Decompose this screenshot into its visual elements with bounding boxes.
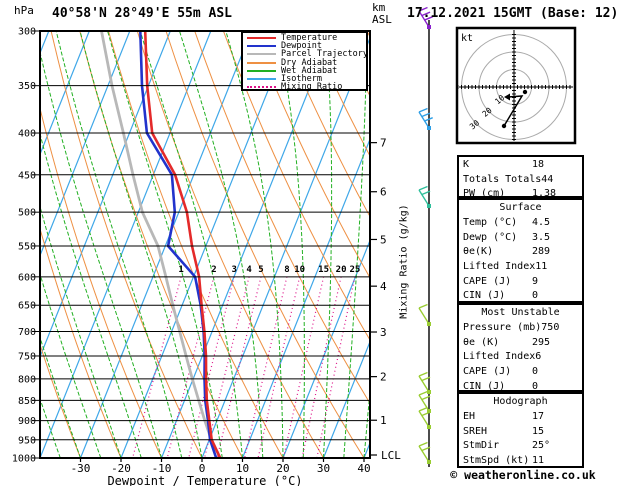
- mixing-ratio-value-label: 5: [258, 265, 263, 275]
- pressure-tick-label: 850: [18, 396, 36, 407]
- km-tick-label: 2: [380, 371, 387, 384]
- isotherm-line: [40, 31, 212, 458]
- datetime-title: 17.12.2021 15GMT (Base: 12): [407, 6, 619, 21]
- wind-barb-feather: [418, 371, 428, 377]
- km-tick-label: 4: [380, 280, 387, 293]
- mixing-ratio-value-label: 1: [178, 265, 183, 275]
- temperature-swatch: [247, 37, 276, 40]
- most-unstable-panel: Most Unstable Pressure (mb) 750 θe (K) 295…: [457, 303, 584, 392]
- pressure-tick-label: 500: [18, 208, 36, 219]
- mixing-ratio-value-label: 10: [294, 265, 305, 275]
- wet-adiabat-line: [276, 31, 305, 458]
- hodograph-panel-title: Hodograph: [493, 396, 548, 407]
- pressure-tick-label: 450: [18, 170, 36, 181]
- parcel-trajectory-curve: [100, 31, 222, 458]
- pressure-tick-label: 800: [18, 374, 36, 385]
- mixing-ratio-value-label: 25: [349, 265, 360, 275]
- mixing-ratio-value-label: 2: [211, 265, 216, 275]
- wind-barb-feather: [418, 107, 428, 113]
- wet-adiabat-swatch: [247, 69, 276, 72]
- pressure-tick-label: 900: [18, 416, 36, 427]
- stat-row: CAPE (J) 9: [463, 275, 539, 287]
- wind-barb-feather: [418, 303, 428, 309]
- isotherm-line: [79, 31, 252, 458]
- pressure-tick-label: 950: [18, 435, 36, 446]
- pressure-unit-label: hPa: [14, 4, 34, 17]
- pressure-tick-label: 600: [18, 272, 36, 283]
- legend: Temperature Dewpoint Parcel Trajectory D…: [241, 31, 368, 91]
- stat-row: StmDir 25°: [463, 440, 551, 452]
- parcel-swatch: [247, 53, 276, 56]
- km-tick-label: 7: [380, 137, 387, 150]
- stat-row: Lifted Index 11: [463, 260, 548, 272]
- stat-row: Dewp (°C) 3.5: [463, 231, 551, 243]
- mixing-ratio-value-label: 4: [246, 265, 252, 275]
- pressure-tick-label: 300: [18, 27, 36, 38]
- stat-row: K 18: [463, 158, 545, 170]
- wind-barb-feather: [418, 185, 428, 191]
- isotherm-line: [0, 31, 8, 458]
- isotherm-swatch: [247, 78, 276, 81]
- wind-barb-shaft: [418, 307, 430, 325]
- stat-row: CIN (J) 0: [463, 290, 539, 302]
- stat-row: θe(K) 289: [463, 246, 551, 258]
- km-tick-label: 1: [380, 414, 387, 427]
- km-tick-label: 3: [380, 326, 387, 339]
- hodograph-dot: [501, 123, 507, 129]
- km-axis-unit: km ASL: [372, 1, 392, 26]
- pressure-tick-label: 700: [18, 327, 36, 338]
- stat-row: EH 17: [463, 410, 545, 422]
- pressure-tick-label: 350: [18, 81, 36, 92]
- dry-adiabat-line: [40, 106, 162, 458]
- mixing-ratio-value-label: 3: [231, 265, 236, 275]
- wind-barb-feather: [418, 390, 428, 396]
- wind-barb-feather: [418, 406, 428, 412]
- stat-row: SREH 15: [463, 425, 545, 437]
- stat-row: Temp (°C) 4.5: [463, 216, 551, 228]
- dry-adiabat-line: [222, 31, 370, 341]
- wet-adiabat-line: [55, 31, 183, 458]
- pressure-tick-label: 400: [18, 129, 36, 140]
- hodograph-panel: Hodograph EH 17 SREH 15 StmDir 25° StmSpd (…: [457, 392, 584, 468]
- most-unstable-panel-title: Most Unstable: [481, 307, 560, 318]
- indices-panel: K 18 Totals Totals 44 PW (cm) 1.38: [457, 155, 584, 199]
- credit: © weatheronline.co.uk: [450, 468, 596, 482]
- mixing-ratio-swatch: [247, 86, 276, 89]
- pressure-tick-label: 650: [18, 301, 36, 312]
- temp-axis-title: Dewpoint / Temperature (°C): [107, 474, 303, 486]
- stat-row: Lifted Index 6: [463, 351, 542, 363]
- legend-item: Mixing Ratio: [243, 83, 366, 91]
- stat-row: CAPE (J) 0: [463, 365, 539, 377]
- mixing-ratio-axis-title: Mixing Ratio (g/kg): [398, 204, 410, 319]
- mixing-ratio-value-label: 20: [336, 265, 347, 275]
- km-tick-label: 6: [380, 186, 387, 199]
- dry-adiabat-swatch: [247, 61, 276, 64]
- mixing-ratio-value-label: 15: [318, 265, 329, 275]
- pressure-tick-label: 550: [18, 241, 36, 252]
- mixing-ratio-value-label: 8: [284, 265, 289, 275]
- skewt-sounding-app: 1 2 3 4 5 8 10 15 20 25 300 350 400 450 500 550 600 650 70…: [0, 0, 629, 486]
- station-title: 40°58'N 28°49'E 55m ASL: [52, 6, 233, 21]
- pressure-tick-label: 750: [18, 351, 36, 362]
- stat-row: StmSpd (kt) 11: [463, 454, 545, 466]
- surface-panel: Surface Temp (°C) 4.5 Dewp (°C) 3.5 θe(K) 2…: [457, 198, 584, 303]
- lcl-label: LCL: [381, 449, 401, 462]
- stat-row: Totals Totals 44: [463, 173, 554, 185]
- stat-row: Pressure (mb) 750: [463, 321, 560, 333]
- wet-adiabat-line: [225, 31, 284, 458]
- isotherm-line: [160, 31, 333, 458]
- wind-barb-feather: [418, 441, 428, 447]
- pressure-tick-label: 1000: [12, 454, 36, 465]
- hodograph-dot: [522, 89, 528, 95]
- hodograph-unit-label: kt: [461, 33, 473, 44]
- stat-row: θe (K) 295: [463, 336, 551, 348]
- dewpoint-swatch: [247, 45, 276, 48]
- km-tick-label: 5: [380, 233, 387, 246]
- isotherm-line: [241, 137, 370, 458]
- surface-panel-title: Surface: [499, 202, 542, 213]
